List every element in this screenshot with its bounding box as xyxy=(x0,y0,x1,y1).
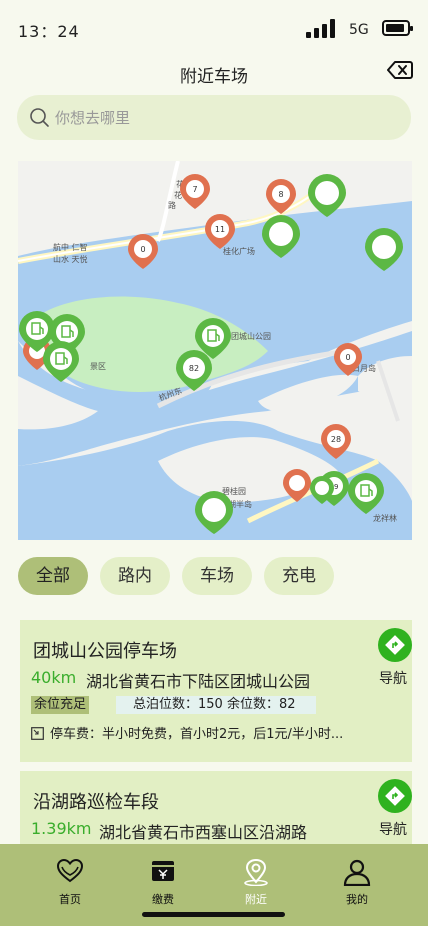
battery-icon xyxy=(382,20,413,36)
tab-label: 缴费 xyxy=(152,893,174,906)
fee-icon xyxy=(31,727,44,740)
marker-count: 82 xyxy=(189,364,199,373)
map-label: 山水 天悦 xyxy=(53,254,88,264)
navigate-button[interactable] xyxy=(378,628,412,662)
status-bar: 13：24 5G xyxy=(0,0,428,56)
status-time: 13：24 xyxy=(18,22,80,41)
navigate-label: 导航 xyxy=(379,671,407,687)
map-label: 团城山公园 xyxy=(231,331,271,341)
map-label: 桂化广场 xyxy=(223,246,255,256)
lot-distance: 1.39km xyxy=(31,819,92,838)
tab-label: 我的 xyxy=(346,893,368,906)
fee-info: 停车费：半小时免费，首小时2元，后1元/半小时... xyxy=(31,723,401,742)
tab-home[interactable]: 首页 xyxy=(30,844,110,914)
parking-lot-card[interactable]: 沿湖路巡检车段 1.39km 湖北省黄石市西塞山区沿湖路 导航 xyxy=(20,771,412,851)
tab-nearby[interactable]: 附近 xyxy=(216,844,296,914)
filter-chip-charging[interactable]: 充电 xyxy=(264,557,334,595)
fee-text: 停车费：半小时免费，首小时2元，后1元/半小时... xyxy=(50,727,344,742)
map-label: 景区 xyxy=(90,362,106,371)
wallet-icon xyxy=(152,861,174,881)
network-type: 5G xyxy=(349,22,369,38)
search-input[interactable] xyxy=(55,101,395,134)
navigation-icon xyxy=(385,635,405,655)
lot-distance: 40km xyxy=(31,668,77,687)
marker-count: 0 xyxy=(345,353,350,362)
parking-lot-card[interactable]: 团城山公园停车场 40km 湖北省黄石市下陆区团城山公园 导航 余位充足 总泊位… xyxy=(20,620,412,762)
location-pin-icon xyxy=(244,858,268,886)
status-badge: 余位充足 xyxy=(31,696,90,714)
filter-chip-all[interactable]: 全部 xyxy=(18,557,88,595)
tab-profile[interactable]: 我的 xyxy=(317,844,397,914)
marker-count: 28 xyxy=(331,435,341,444)
signal-icon xyxy=(306,18,336,38)
marker-count: 8 xyxy=(278,190,283,199)
user-icon xyxy=(343,859,371,886)
space-stats: 总泊位数：150 余位数：82 xyxy=(116,696,316,714)
map-label: 龙祥林 xyxy=(373,513,397,523)
filter-chip-lot[interactable]: 车场 xyxy=(182,557,252,595)
map-label: 碧桂园 xyxy=(222,486,246,496)
marker-count: 0 xyxy=(140,245,145,254)
search-bar[interactable] xyxy=(17,95,411,140)
marker-count: 11 xyxy=(215,225,225,234)
backspace-icon[interactable] xyxy=(387,60,413,80)
navigation-icon xyxy=(385,786,405,806)
lot-address: 湖北省黄石市下陆区团城山公园 xyxy=(86,672,311,691)
lot-name: 团城山公园停车场 xyxy=(33,641,177,662)
marker-count: 7 xyxy=(192,185,197,194)
map-view[interactable]: 航中 仁智 山水 天悦 桂化广场 景区 团城山公园 杭州东 碧桂园 湖半岛 日月… xyxy=(18,161,412,540)
tab-label: 首页 xyxy=(59,893,81,906)
filter-chip-street[interactable]: 路内 xyxy=(100,557,170,595)
map-label: 航中 仁智 xyxy=(53,242,88,252)
page-title: 附近车场 xyxy=(180,67,248,87)
lot-address: 湖北省黄石市西塞山区沿湖路 xyxy=(99,823,308,842)
tab-label: 附近 xyxy=(245,893,267,906)
map-label: 路 xyxy=(168,200,176,210)
home-indicator[interactable] xyxy=(142,912,285,917)
heart-icon xyxy=(56,858,84,883)
search-icon xyxy=(30,108,49,127)
lot-name: 沿湖路巡检车段 xyxy=(33,792,159,813)
navigate-button[interactable] xyxy=(378,779,412,813)
tab-payment[interactable]: 缴费 xyxy=(123,844,203,914)
navigate-label: 导航 xyxy=(379,822,407,838)
